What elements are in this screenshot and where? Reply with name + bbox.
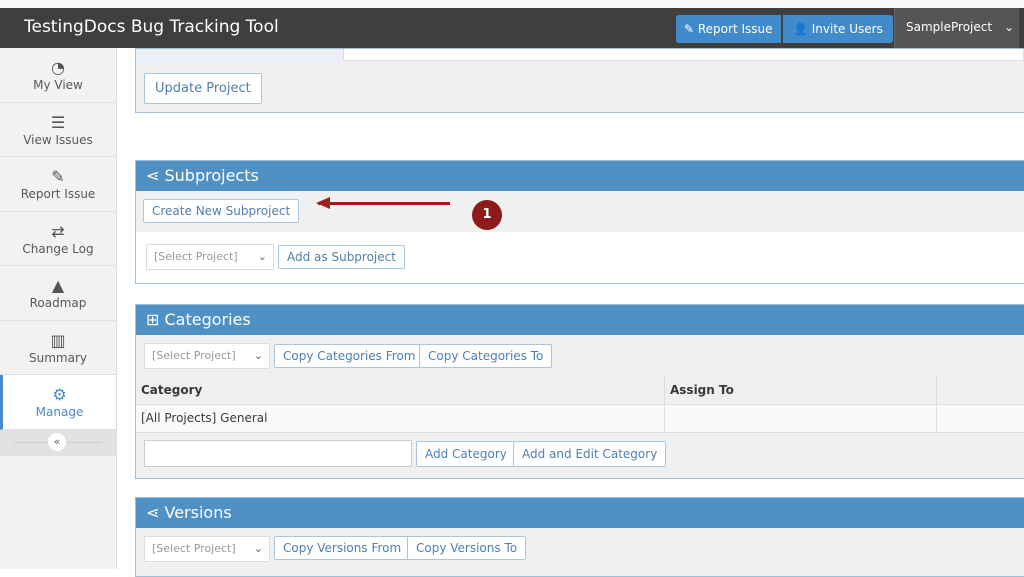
form-label-cell (136, 49, 341, 65)
subprojects-header: ⋖ Subprojects (136, 161, 1024, 191)
sidebar-item-change-log[interactable]: ⇄ Change Log (0, 211, 116, 266)
annotation-badge: 1 (472, 200, 502, 230)
categories-table-header: Category Assign To (136, 377, 1024, 405)
subproject-select[interactable]: [Select Project] ⌄ (146, 244, 274, 270)
versions-header: ⋖ Versions (136, 498, 1024, 528)
sidebar: ◔ My View ☰ View Issues ✎ Report Issue ⇄ Cha… (0, 48, 117, 569)
app-title[interactable]: TestingDocs Bug Tracking Tool (24, 17, 279, 37)
column-assign-to: Assign To (664, 377, 734, 405)
copy-categories-to-button[interactable]: Copy Categories To (419, 344, 553, 368)
collapse-sidebar-button[interactable]: « (48, 432, 66, 451)
copy-versions-from-button[interactable]: Copy Versions From (274, 536, 411, 560)
table-row: [All Projects] General (136, 405, 1024, 433)
sidebar-item-my-view[interactable]: ◔ My View (0, 48, 116, 103)
chevron-down-icon: ⌄ (253, 542, 263, 555)
column-divider (936, 377, 937, 405)
chevron-down-icon: ⌄ (1004, 20, 1015, 34)
sidebar-item-report-issue[interactable]: ✎ Report Issue (0, 157, 116, 212)
retweet-icon: ⇄ (51, 221, 65, 241)
dashboard-icon: ◔ (51, 58, 65, 77)
create-subproject-button[interactable]: Create New Subproject (143, 199, 300, 223)
versions-project-select[interactable]: [Select Project] ⌄ (144, 536, 270, 562)
categories-header: ⊞ Categories (136, 305, 1024, 335)
categories-project-select[interactable]: [Select Project] ⌄ (144, 343, 270, 369)
chevron-down-icon: ⌄ (253, 349, 263, 362)
report-issue-button[interactable]: ✎ Report Issue (676, 15, 781, 43)
share-icon: ⋖ (146, 166, 165, 185)
column-category: Category (141, 383, 203, 397)
add-category-button[interactable]: Add Category (416, 441, 516, 467)
copy-versions-to-button[interactable]: Copy Versions To (407, 536, 527, 560)
copy-categories-from-button[interactable]: Copy Categories From (274, 344, 425, 368)
navbar: TestingDocs Bug Tracking Tool ✎ Report I… (0, 8, 1024, 48)
annotation-arrow (318, 202, 450, 205)
list-icon: ☰ (50, 112, 66, 132)
category-name-input[interactable] (144, 440, 412, 467)
gears-icon: ⚙ (52, 385, 67, 404)
versions-section: ⋖ Versions [Select Project] ⌄ Copy Versio… (135, 497, 1024, 577)
sitemap-icon: ⊞ (146, 310, 165, 329)
bar-chart-icon: ▥ (50, 330, 66, 350)
edit-icon: ✎ (684, 22, 698, 36)
top-strip (0, 0, 1024, 8)
subprojects-section: ⋖ Subprojects Create New Subproject [Sel… (135, 160, 1024, 284)
road-icon: ▲ (51, 276, 65, 295)
sidebar-item-summary[interactable]: ▥ Summary (0, 320, 116, 375)
sidebar-item-view-issues[interactable]: ☰ View Issues (0, 102, 116, 157)
sidebar-collapse: « (0, 429, 116, 456)
edit-icon: ✎ (51, 167, 65, 186)
sidebar-item-roadmap[interactable]: ▲ Roadmap (0, 266, 116, 321)
project-edit-section: Update Project (135, 48, 1024, 113)
project-selector[interactable]: SampleProject ⌄ (894, 8, 1019, 48)
category-assignee (664, 405, 665, 433)
category-name[interactable]: [All Projects] General (141, 411, 267, 425)
invite-users-button[interactable]: 👤 Invite Users (783, 15, 893, 43)
update-project-button[interactable]: Update Project (144, 73, 262, 104)
categories-section: ⊞ Categories [Select Project] ⌄ Copy Cate… (135, 304, 1024, 479)
user-plus-icon: 👤 (793, 22, 812, 36)
add-subproject-button[interactable]: Add as Subproject (278, 245, 405, 269)
chevron-down-icon: ⌄ (257, 250, 267, 263)
add-edit-category-button[interactable]: Add and Edit Category (513, 441, 667, 467)
sidebar-item-manage[interactable]: ⚙ Manage (0, 375, 116, 430)
form-value-cell (343, 49, 1024, 61)
column-divider (936, 405, 937, 433)
share-icon: ⋖ (146, 503, 165, 522)
